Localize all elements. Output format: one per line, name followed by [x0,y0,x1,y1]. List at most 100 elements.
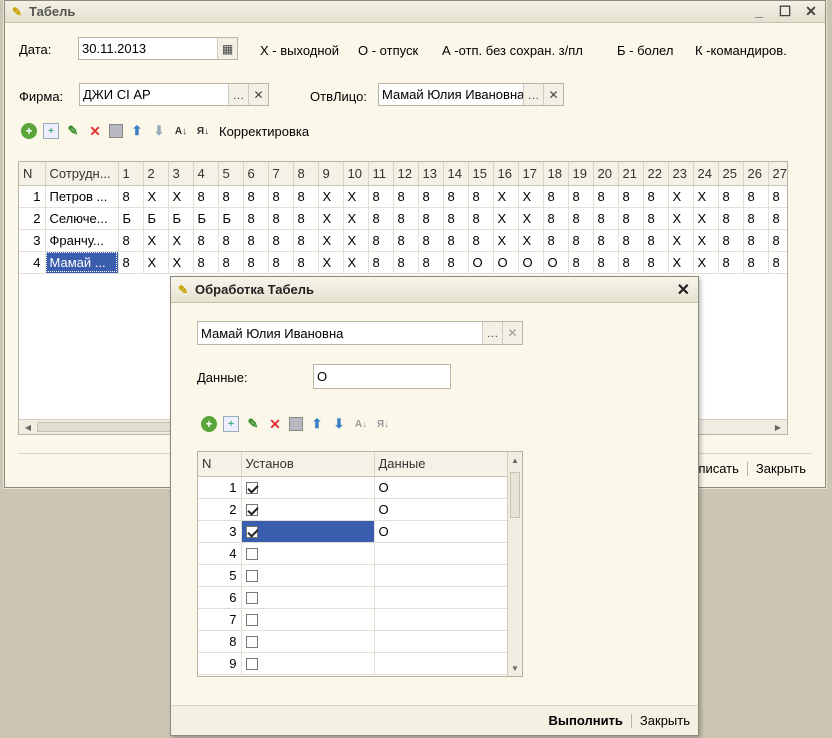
day-cell[interactable]: 8 [718,207,744,230]
clear-icon[interactable]: ✕ [543,84,563,105]
day-cell[interactable]: Х [168,251,194,274]
day-cell[interactable]: Х [518,207,544,230]
column-header[interactable]: 6 [243,162,269,186]
column-header[interactable]: 21 [618,162,644,186]
day-cell[interactable]: 8 [268,185,294,208]
sort-asc-icon[interactable]: A↓ [353,416,369,432]
edit-icon[interactable]: ✎ [245,416,261,432]
table-row[interactable]: 4 [198,542,510,565]
select-icon[interactable]: … [228,84,248,105]
day-cell[interactable]: Х [493,207,519,230]
calendar-icon[interactable]: ▦ [217,38,237,59]
maximize-icon[interactable]: ☐ [777,3,793,20]
close-icon[interactable]: ✕ [803,3,819,20]
scroll-right-icon[interactable]: ▶ [771,421,785,433]
clear-icon[interactable]: ✕ [502,322,522,344]
day-cell[interactable]: 8 [268,251,294,274]
sort-desc-icon[interactable]: Я↓ [195,123,211,139]
column-header[interactable]: 9 [318,162,344,186]
day-cell[interactable]: Х [493,229,519,252]
day-cell[interactable]: Б [193,207,219,230]
add-icon[interactable]: + [201,416,217,432]
column-header[interactable]: Данные [374,452,510,477]
employee-cell[interactable]: Селюче... [45,207,119,230]
column-header[interactable]: 3 [168,162,194,186]
day-cell[interactable]: 8 [293,251,319,274]
vertical-scrollbar[interactable]: ▲ ▼ [507,452,522,676]
column-header[interactable]: Сотрудн... [45,162,119,186]
column-header[interactable]: 15 [468,162,494,186]
day-cell[interactable]: 8 [743,207,769,230]
delete-icon[interactable]: ✕ [87,123,103,139]
column-header[interactable]: 10 [343,162,369,186]
day-cell[interactable]: Х [518,185,544,208]
day-cell[interactable]: 8 [468,185,494,208]
close-icon[interactable]: ✕ [677,280,690,300]
day-cell[interactable]: Х [668,185,694,208]
day-cell[interactable]: 8 [268,207,294,230]
save-icon[interactable] [109,124,123,138]
column-header[interactable]: 22 [643,162,669,186]
column-header[interactable]: 23 [668,162,694,186]
day-cell[interactable]: Х [493,185,519,208]
column-header[interactable]: Установ [241,452,375,477]
day-cell[interactable]: Х [343,207,369,230]
day-cell[interactable]: Х [693,185,719,208]
column-header[interactable]: 11 [368,162,394,186]
data-cell[interactable] [374,608,510,631]
day-cell[interactable]: 8 [243,207,269,230]
day-cell[interactable]: 8 [468,229,494,252]
table-row[interactable]: 3О [198,520,510,543]
day-cell[interactable]: 8 [193,229,219,252]
table-row[interactable]: 7 [198,608,510,631]
day-cell[interactable]: 8 [568,207,594,230]
day-cell[interactable]: 8 [193,185,219,208]
column-header[interactable]: 7 [268,162,294,186]
day-cell[interactable]: 8 [293,185,319,208]
column-header[interactable]: 19 [568,162,594,186]
table-row[interactable]: 6 [198,586,510,609]
day-cell[interactable]: Х [168,185,194,208]
day-cell[interactable]: О [543,251,569,274]
day-cell[interactable]: Х [318,207,344,230]
set-cell[interactable] [241,564,375,587]
day-cell[interactable]: 8 [268,229,294,252]
day-cell[interactable]: 8 [118,185,144,208]
scroll-up-icon[interactable]: ▲ [508,454,522,466]
day-cell[interactable]: 8 [543,185,569,208]
select-icon[interactable]: … [482,322,502,344]
set-cell[interactable] [241,476,375,499]
day-cell[interactable]: 8 [443,251,469,274]
column-header[interactable]: 14 [443,162,469,186]
day-cell[interactable]: О [493,251,519,274]
day-cell[interactable]: Б [218,207,244,230]
data-cell[interactable]: О [374,476,510,499]
day-cell[interactable]: 8 [218,185,244,208]
day-cell[interactable]: 8 [443,185,469,208]
column-header[interactable]: 13 [418,162,444,186]
day-cell[interactable]: 8 [618,229,644,252]
table-row[interactable]: 1 Петров ... 8 Х Х 8 8 8 8 8 Х Х 8 8 8 8 8 Х Х 8 8 8 8 8 Х Х 8 8 8 [19,185,787,208]
responsible-field[interactable]: Мамай Юлия Ивановна … ✕ [378,83,564,106]
set-cell[interactable] [241,498,375,521]
data-cell[interactable] [374,630,510,653]
set-cell[interactable] [241,542,375,565]
day-cell[interactable]: Х [343,229,369,252]
day-cell[interactable]: 8 [643,207,669,230]
day-cell[interactable]: Х [668,229,694,252]
day-cell[interactable]: 8 [768,185,787,208]
move-down-icon[interactable]: ⬇ [151,123,167,139]
day-cell[interactable]: 8 [643,251,669,274]
day-cell[interactable]: 8 [218,229,244,252]
day-cell[interactable]: Х [318,185,344,208]
day-cell[interactable]: Х [668,251,694,274]
day-cell[interactable]: 8 [418,251,444,274]
table-row[interactable]: 2О [198,498,510,521]
day-cell[interactable]: 8 [393,251,419,274]
close-button[interactable]: Закрыть [640,713,690,728]
day-cell[interactable]: 8 [718,185,744,208]
day-cell[interactable]: 8 [368,207,394,230]
checkbox[interactable] [245,570,258,583]
write-button[interactable]: писать [698,461,738,476]
column-header[interactable]: 17 [518,162,544,186]
